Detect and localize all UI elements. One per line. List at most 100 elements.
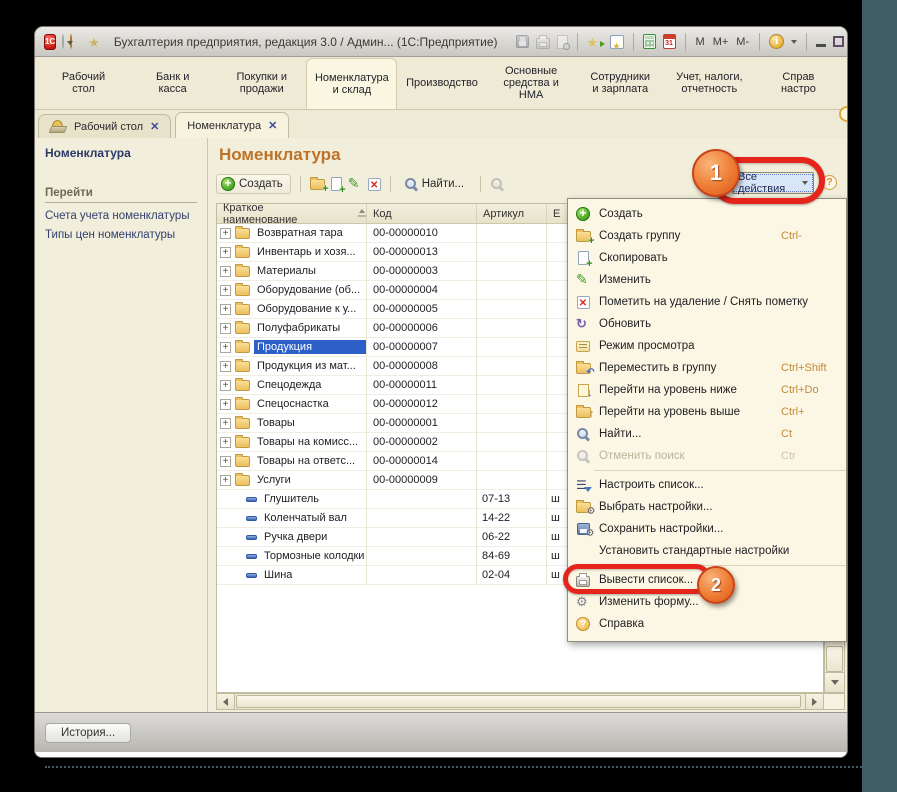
create-group-icon: [575, 231, 591, 242]
menu-item[interactable]: Создать: [568, 203, 846, 225]
expand-icon[interactable]: [220, 437, 231, 448]
mark-delete-glyph: [577, 296, 590, 309]
titlebar-actions: 31 M M+ M-: [516, 33, 845, 51]
create-group-icon[interactable]: [310, 179, 325, 190]
add-to-favorites-icon[interactable]: [587, 34, 603, 50]
favorites-icon[interactable]: [610, 35, 624, 49]
level-up-glyph: [576, 407, 591, 418]
scroll-down-button[interactable]: [825, 672, 844, 692]
vertical-scroll-thumb[interactable]: [826, 646, 843, 672]
expand-icon[interactable]: [220, 456, 231, 467]
close-icon[interactable]: [150, 120, 159, 133]
expand-icon[interactable]: [220, 247, 231, 258]
menu-item[interactable]: Справка: [568, 613, 846, 635]
ribbon-tab[interactable]: Сотрудники и зарплата: [576, 57, 665, 109]
expand-icon[interactable]: [220, 304, 231, 315]
copy-icon[interactable]: [331, 177, 342, 191]
save-settings-glyph: [577, 523, 590, 535]
favorites-star-icon[interactable]: [88, 34, 100, 50]
sidebar-link[interactable]: Типы цен номенклатуры: [45, 229, 197, 241]
scroll-right-button[interactable]: [805, 694, 823, 709]
column-header-article[interactable]: Артикул: [477, 204, 547, 223]
ribbon-tab[interactable]: Основные средства и НМА: [487, 57, 576, 109]
scroll-left-button[interactable]: [217, 694, 235, 709]
expand-icon[interactable]: [220, 361, 231, 372]
divider: [577, 33, 578, 51]
horizontal-scrollbar[interactable]: [216, 693, 824, 710]
menu-item[interactable]: Переместить в группуCtrl+Shift: [568, 357, 846, 379]
memory-buttons: M M+ M-: [695, 36, 751, 48]
maximize-button[interactable]: [833, 36, 844, 47]
close-icon[interactable]: [268, 119, 277, 132]
menu-item[interactable]: Пометить на удаление / Снять пометку: [568, 291, 846, 313]
menu-item-shortcut: Ctr: [781, 450, 796, 462]
calendar-day: 31: [665, 39, 673, 48]
document-tab[interactable]: Номенклатура: [175, 112, 289, 138]
expand-icon[interactable]: [220, 342, 231, 353]
memory-button[interactable]: M+: [712, 36, 730, 48]
horizontal-scroll-thumb[interactable]: [236, 695, 801, 708]
column-header-name[interactable]: Краткое наименование: [217, 204, 367, 223]
cancel-find-icon[interactable]: [490, 177, 504, 191]
menu-item[interactable]: Обновить: [568, 313, 846, 335]
divider: [685, 33, 686, 51]
create-icon: [221, 177, 235, 191]
menu-item[interactable]: Выбрать настройки...: [568, 496, 846, 518]
menu-item[interactable]: Создать группуCtrl-: [568, 225, 846, 247]
code-cell: 00-00000006: [367, 322, 477, 334]
calculator-icon[interactable]: [643, 34, 656, 49]
calendar-icon[interactable]: 31: [663, 34, 676, 49]
menu-item[interactable]: Настроить список...: [568, 474, 846, 496]
menu-item[interactable]: Сохранить настройки...: [568, 518, 846, 540]
ribbon-tab[interactable]: Справ настро: [754, 57, 843, 109]
name-cell: Спецодежда: [217, 378, 367, 392]
ribbon-tab[interactable]: Рабочий стол: [39, 57, 128, 109]
column-header-code[interactable]: Код: [367, 204, 477, 223]
menu-item[interactable]: Скопировать: [568, 247, 846, 269]
sidebar-link[interactable]: Счета учета номенклатуры: [45, 210, 197, 222]
info-icon[interactable]: [769, 34, 784, 49]
expand-icon[interactable]: [220, 475, 231, 486]
cancel-find-glyph: [576, 449, 590, 463]
memory-button[interactable]: M-: [735, 36, 750, 48]
find-button[interactable]: Найти...: [400, 175, 471, 193]
expand-icon[interactable]: [220, 418, 231, 429]
memory-button[interactable]: M: [695, 36, 706, 48]
menu-item-shortcut: Ctrl+: [781, 406, 805, 418]
edit-icon[interactable]: [348, 177, 362, 191]
ribbon-tab[interactable]: Банк и касса: [128, 57, 217, 109]
expand-icon[interactable]: [220, 285, 231, 296]
menu-item[interactable]: Перейти на уровень нижеCtrl+Do: [568, 379, 846, 401]
expand-icon[interactable]: [220, 228, 231, 239]
chevron-down-icon[interactable]: [791, 40, 797, 44]
ribbon-tab[interactable]: Учет, налоги, отчетность: [665, 57, 754, 109]
create-button[interactable]: Создать: [216, 174, 291, 194]
menu-item-label: Отменить поиск: [599, 450, 685, 462]
name-cell: Товары на ответс...: [217, 454, 367, 468]
print-preview-icon[interactable]: [557, 35, 568, 49]
folder-icon: [235, 475, 250, 486]
menu-item[interactable]: Изменить: [568, 269, 846, 291]
history-button[interactable]: История...: [45, 723, 131, 743]
menu-item[interactable]: Перейти на уровень вышеCtrl+: [568, 401, 846, 423]
system-menu-icon[interactable]: [62, 34, 64, 49]
app-window: 1С Бухгалтерия предприятия, редакция 3.0…: [35, 27, 847, 757]
expand-icon[interactable]: [220, 323, 231, 334]
name-cell: Услуги: [217, 473, 367, 487]
minimize-button[interactable]: [816, 44, 826, 47]
expand-icon[interactable]: [220, 380, 231, 391]
code-cell: 00-00000005: [367, 303, 477, 315]
save-icon[interactable]: [516, 35, 529, 48]
expand-icon[interactable]: [220, 266, 231, 277]
mark-delete-icon[interactable]: [368, 178, 381, 191]
menu-item[interactable]: Найти...Ct: [568, 423, 846, 445]
column-divider: [366, 224, 367, 585]
document-tab[interactable]: Рабочий стол: [38, 114, 171, 138]
ribbon-tab[interactable]: Производство: [397, 57, 486, 109]
print-icon[interactable]: [536, 38, 550, 49]
ribbon-tab[interactable]: Покупки и продажи: [217, 57, 306, 109]
ribbon-tab[interactable]: Номенклатура и склад: [306, 58, 397, 109]
menu-item[interactable]: Установить стандартные настройки: [568, 540, 846, 562]
menu-item[interactable]: Режим просмотра: [568, 335, 846, 357]
expand-icon[interactable]: [220, 399, 231, 410]
